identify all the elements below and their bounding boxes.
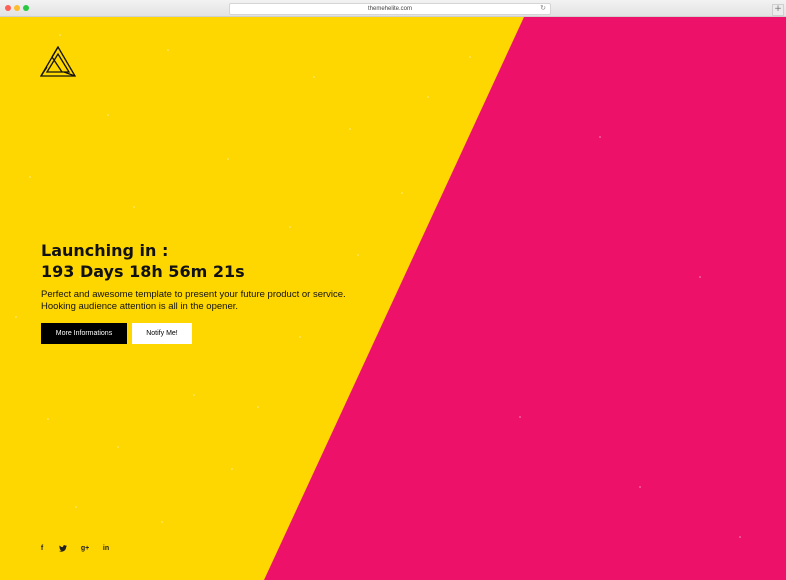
browser-window: themehelite.com ↻ + Launching in: 193 D…	[0, 0, 786, 580]
twitter-icon[interactable]	[58, 545, 68, 555]
description-line-1: Perfect and awesome template to present …	[41, 289, 346, 300]
browser-toolbar: themehelite.com ↻ +	[0, 0, 786, 17]
description-line-2: Hooking audience attention is all in the…	[41, 300, 238, 312]
landing-page: Launching in : 193 Days 18h 56m 21s Perf…	[0, 17, 786, 580]
close-window-button[interactable]	[5, 5, 11, 11]
google-plus-icon[interactable]: g+	[80, 545, 90, 553]
address-bar-url: themehelite.com	[367, 6, 413, 12]
facebook-icon[interactable]: f	[37, 545, 47, 553]
minimize-window-button[interactable]	[14, 5, 20, 11]
launch-title: Launching in :	[41, 241, 169, 260]
zoom-window-button[interactable]	[23, 5, 29, 11]
linkedin-icon[interactable]: in	[101, 545, 111, 553]
launch-heading: Launching in : 193 Days 18h 56m 21s	[41, 240, 245, 282]
hero-description: Perfect and awesome template to present …	[41, 289, 371, 312]
more-informations-button[interactable]: More Informations	[41, 323, 127, 344]
notify-me-button[interactable]: Notify Me!	[132, 323, 192, 344]
countdown-timer: 193 Days 18h 56m 21s	[41, 262, 245, 281]
address-bar[interactable]: themehelite.com ↻	[229, 3, 551, 15]
penrose-triangle-logo-icon[interactable]	[40, 45, 76, 77]
reload-icon[interactable]: ↻	[540, 4, 546, 14]
new-tab-button[interactable]: +	[772, 4, 784, 16]
